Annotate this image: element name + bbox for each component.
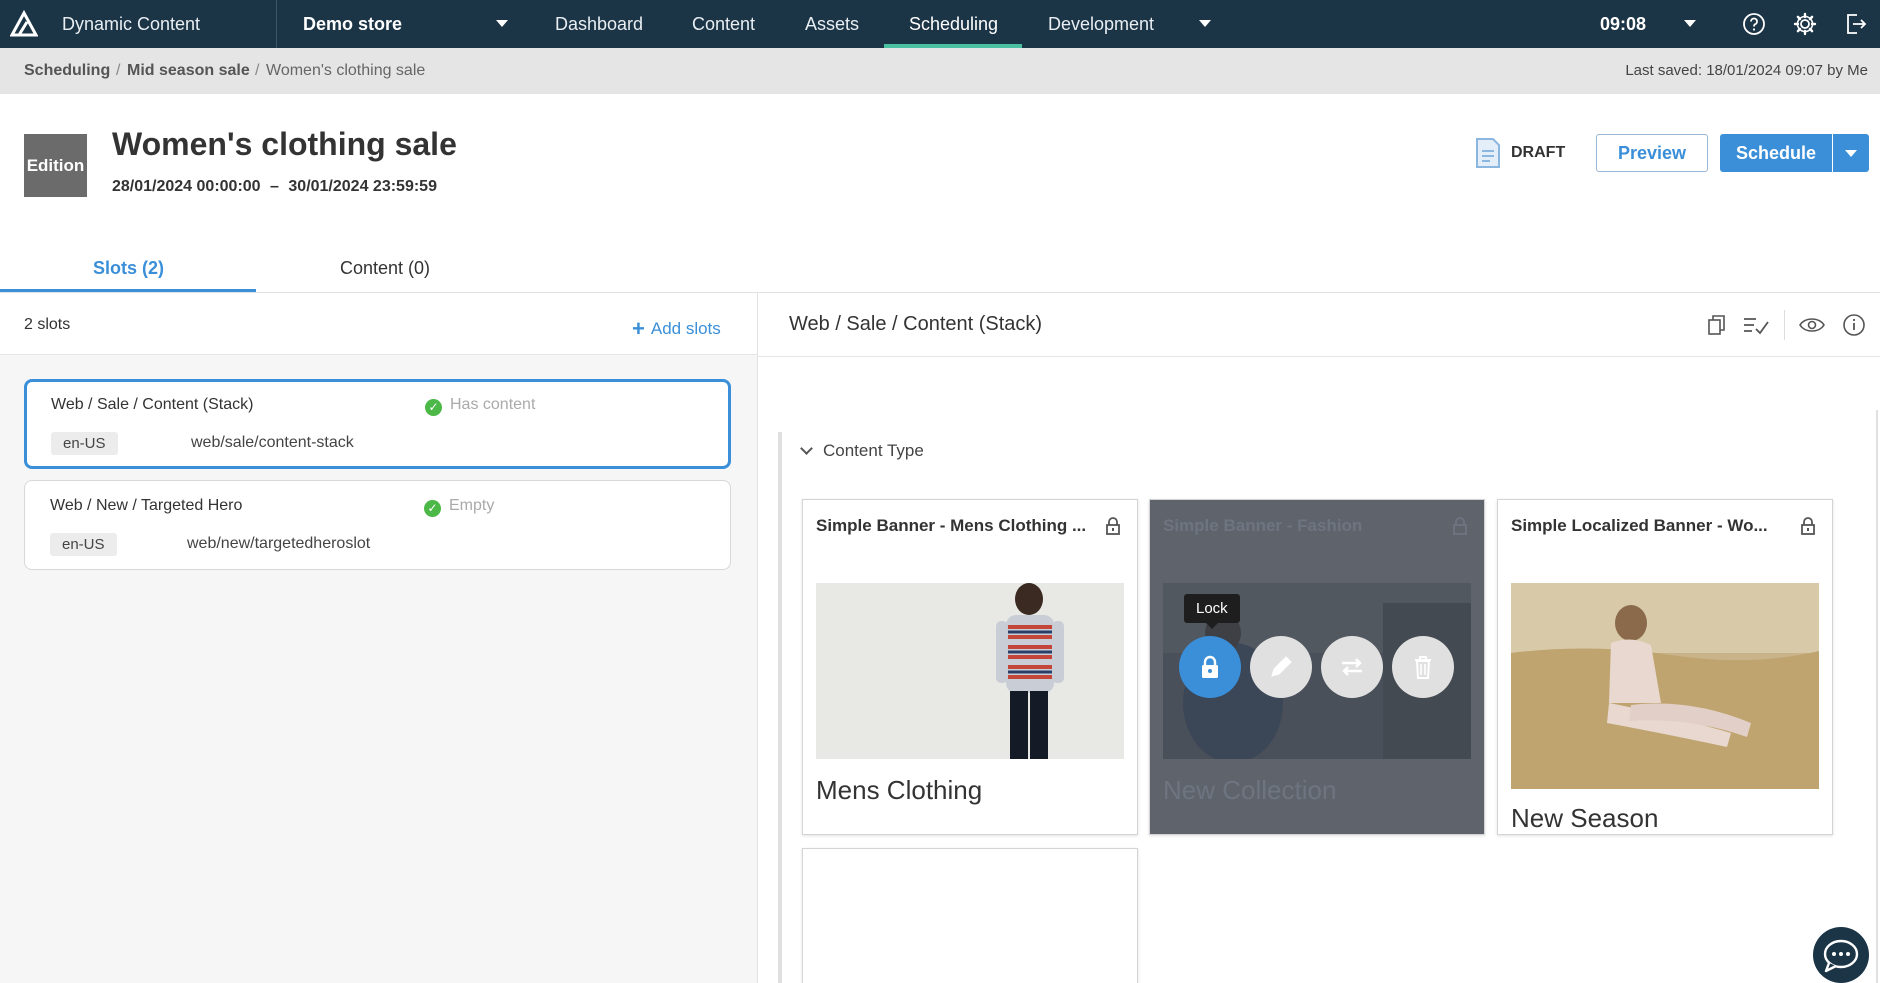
edit-button[interactable]	[1250, 636, 1312, 698]
slot-path: web/new/targetedheroslot	[187, 535, 371, 552]
nav-content[interactable]: Content	[692, 14, 755, 35]
breadcrumb: Scheduling / Mid season sale / Women's c…	[0, 48, 1880, 94]
schedule-button[interactable]: Schedule	[1720, 134, 1832, 172]
gear-icon[interactable]	[1792, 11, 1818, 37]
tab-slots[interactable]: Slots (2)	[93, 258, 164, 279]
nav-development[interactable]: Development	[1048, 14, 1154, 35]
chevron-down-icon[interactable]	[1684, 20, 1696, 27]
app-logo-icon[interactable]	[10, 10, 38, 38]
preview-button[interactable]: Preview	[1596, 134, 1708, 172]
stack-indicator	[778, 432, 782, 983]
lock-icon	[1202, 655, 1218, 678]
content-card[interactable]: Simple Localized Banner - Wo... New Seas…	[1497, 499, 1833, 835]
plus-icon: +	[632, 316, 645, 341]
logout-icon[interactable]	[1843, 11, 1869, 37]
schedule-options-button[interactable]	[1833, 134, 1869, 172]
document-icon	[1476, 138, 1500, 168]
swap-arrows-icon	[1342, 658, 1362, 676]
eye-icon[interactable]	[1798, 313, 1826, 337]
content-type-label: Content Type	[823, 441, 924, 460]
slot-path: web/sale/content-stack	[191, 434, 354, 451]
check-circle-icon: ✓	[425, 399, 442, 416]
pencil-icon	[1271, 656, 1292, 677]
lock-icon[interactable]	[1105, 516, 1121, 536]
help-icon[interactable]	[1741, 11, 1767, 37]
add-slots-button[interactable]: + Add slots	[632, 314, 721, 341]
last-saved-text: Last saved: 18/01/2024 09:07 by Me	[1625, 62, 1868, 79]
card-title: Simple Localized Banner - Wo...	[1511, 516, 1768, 535]
lock-icon[interactable]	[1800, 516, 1816, 536]
nav-assets[interactable]: Assets	[805, 14, 859, 35]
lock-tooltip: Lock	[1184, 594, 1240, 629]
nav-dashboard[interactable]: Dashboard	[555, 14, 643, 35]
content-type-toggle[interactable]: Content Type	[800, 441, 924, 461]
banner-image	[1511, 583, 1819, 789]
breadcrumb-mid-season-sale[interactable]: Mid season sale	[127, 62, 250, 80]
breadcrumb-separator: /	[255, 62, 260, 79]
lock-button[interactable]	[1179, 636, 1241, 698]
slot-status: ✓ Empty	[424, 497, 495, 517]
toolbar-divider	[1784, 310, 1785, 340]
start-date: 28/01/2024 00:00:00	[112, 178, 261, 195]
content-card[interactable]: Simple Banner - Mens Clothing ... Mens C…	[802, 499, 1138, 835]
lock-icon[interactable]	[1452, 516, 1468, 536]
breadcrumb-scheduling[interactable]: Scheduling	[24, 62, 110, 80]
detail-header-divider	[758, 356, 1880, 357]
nav-scheduling[interactable]: Scheduling	[909, 14, 998, 35]
locale-chip: en-US	[51, 432, 118, 455]
breadcrumb-separator: /	[116, 62, 121, 79]
add-slots-label: Add slots	[650, 319, 721, 338]
slot-status-label: Empty	[449, 497, 495, 514]
top-navigation: Dynamic Content Demo store Dashboard Con…	[0, 0, 1880, 48]
card-caption: New Season	[1511, 803, 1659, 833]
card-title: Simple Banner - Mens Clothing ...	[816, 516, 1087, 535]
edition-badge: Edition	[24, 134, 87, 197]
status-badge: DRAFT	[1511, 144, 1566, 161]
content-card[interactable]: Simple Banner - Fashion Lock New Collect…	[1149, 499, 1485, 835]
card-caption: New Collection	[1163, 775, 1337, 805]
scrollbar-track[interactable]	[1876, 410, 1878, 983]
breadcrumb-current: Women's clothing sale	[266, 62, 426, 79]
slot-name: Web / Sale / Content (Stack)	[51, 396, 254, 413]
app-name: Dynamic Content	[62, 14, 201, 34]
locale-chip: en-US	[50, 533, 117, 556]
chevron-down-icon[interactable]	[1199, 20, 1211, 27]
check-circle-icon: ✓	[424, 500, 441, 517]
banner-image	[816, 583, 1124, 759]
slot-card[interactable]: Web / New / Targeted Hero ✓ Empty en-US w…	[24, 480, 731, 570]
empty-card-placeholder[interactable]	[802, 848, 1138, 983]
info-icon[interactable]	[1842, 313, 1866, 337]
slot-status-label: Has content	[450, 396, 536, 413]
page-title: Women's clothing sale	[112, 126, 457, 162]
delete-button[interactable]	[1392, 636, 1454, 698]
copy-icon[interactable]	[1704, 313, 1728, 337]
edition-date-range: 28/01/2024 00:00:00 – 30/01/2024 23:59:5…	[112, 178, 437, 196]
nav-divider	[276, 0, 277, 48]
card-caption: Mens Clothing	[816, 775, 983, 805]
slot-count: 2 slots	[24, 316, 71, 333]
swap-button[interactable]	[1321, 636, 1383, 698]
chat-button[interactable]	[1813, 927, 1869, 983]
tab-content[interactable]: Content (0)	[340, 258, 430, 279]
date-separator: –	[270, 178, 279, 195]
slots-panel: 2 slots + Add slots Web / Sale / Content …	[0, 293, 757, 983]
chat-bubble-icon	[1823, 939, 1859, 973]
trash-icon	[1415, 656, 1431, 679]
slots-panel-header: 2 slots + Add slots	[0, 293, 757, 355]
store-selector[interactable]: Demo store	[303, 14, 402, 35]
end-date: 30/01/2024 23:59:59	[288, 178, 437, 195]
slot-card[interactable]: Web / Sale / Content (Stack) ✓ Has conten…	[24, 379, 731, 469]
chevron-down-icon	[800, 442, 813, 455]
checklist-icon[interactable]	[1742, 313, 1770, 337]
time-display[interactable]: 09:08	[1600, 14, 1646, 35]
panel-divider	[757, 293, 758, 983]
slot-detail-title: Web / Sale / Content (Stack)	[789, 313, 1043, 335]
chevron-down-icon[interactable]	[496, 20, 508, 27]
card-title: Simple Banner - Fashion	[1163, 516, 1363, 535]
slot-name: Web / New / Targeted Hero	[50, 497, 243, 514]
slot-status: ✓ Has content	[425, 396, 536, 416]
